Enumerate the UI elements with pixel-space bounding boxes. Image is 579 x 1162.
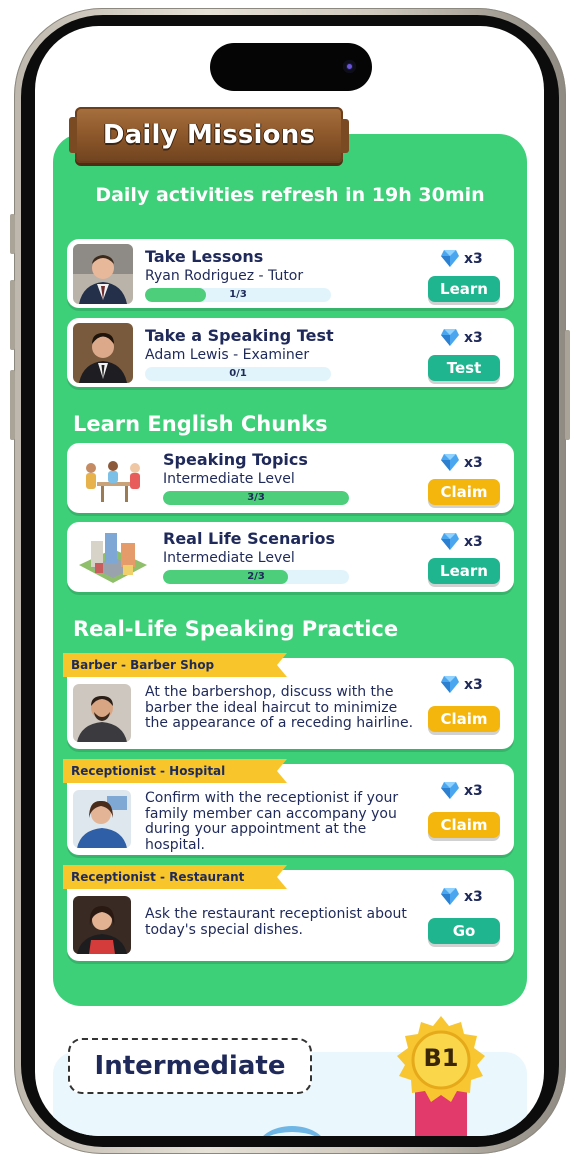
chunk-card-speaking-topics[interactable]: Speaking Topics Intermediate Level 3/3 x… — [67, 443, 514, 513]
reward: x3 — [440, 886, 484, 908]
claim-button[interactable]: Claim — [428, 479, 500, 505]
progress-text: 1/3 — [229, 289, 247, 300]
practice-description: Confirm with the receptionist if your fa… — [145, 790, 399, 853]
medal-icon — [397, 1016, 485, 1136]
chunk-progress-bar: 2/3 — [163, 570, 349, 584]
learn-button[interactable]: Learn — [428, 276, 500, 302]
power-button — [565, 330, 570, 440]
scenario-tag: Barber - Barber Shop — [63, 653, 287, 677]
progress-text: 0/1 — [229, 368, 247, 379]
mission-subtitle: Ryan Rodriguez - Tutor — [145, 268, 304, 284]
gem-icon — [441, 454, 459, 471]
test-button[interactable]: Test — [428, 355, 500, 381]
mission-subtitle: Adam Lewis - Examiner — [145, 347, 310, 363]
people-talking-illustration — [77, 448, 149, 508]
mission-progress-bar: 1/3 — [145, 288, 331, 302]
practice-description: At the barbershop, discuss with the barb… — [145, 684, 414, 731]
scenario-tag: Receptionist - Restaurant — [63, 865, 287, 889]
reward: x3 — [440, 780, 484, 802]
reward-count: x3 — [464, 455, 483, 471]
title-plank: Daily Missions — [69, 107, 349, 163]
volume-down-button — [10, 370, 15, 440]
practice-description: Ask the restaurant receptionist about to… — [145, 906, 407, 938]
reward: x3 — [440, 452, 484, 474]
volume-up-button — [10, 280, 15, 350]
learn-button[interactable]: Learn — [428, 558, 500, 584]
barber-avatar — [73, 684, 131, 742]
gem-icon — [441, 676, 459, 693]
gem-icon — [441, 782, 459, 799]
section-title-chunks: Learn English Chunks — [73, 412, 328, 436]
reward: x3 — [440, 674, 484, 696]
reward: x3 — [440, 327, 484, 349]
gem-icon — [441, 250, 459, 267]
mission-card-speaking-test[interactable]: Take a Speaking Test Adam Lewis - Examin… — [67, 318, 514, 387]
chunk-title: Speaking Topics — [163, 450, 308, 469]
hospital-receptionist-avatar — [73, 790, 131, 848]
gem-icon — [441, 888, 459, 905]
mission-title: Take Lessons — [145, 247, 264, 266]
app-screen: Daily Missions Daily activities refresh … — [35, 26, 544, 1136]
mission-progress-bar: 0/1 — [145, 367, 331, 381]
reward-count: x3 — [464, 677, 483, 693]
level-label: Intermediate — [68, 1038, 312, 1094]
refresh-timer: Daily activities refresh in 19h 30min — [95, 184, 485, 206]
page-title: Daily Missions — [102, 120, 316, 150]
mission-card-take-lessons[interactable]: Take Lessons Ryan Rodriguez - Tutor 1/3 … — [67, 239, 514, 308]
section-title-practice: Real-Life Speaking Practice — [73, 617, 399, 641]
reward-count: x3 — [464, 251, 483, 267]
reward-count: x3 — [464, 330, 483, 346]
chunk-progress-bar: 3/3 — [163, 491, 349, 505]
mission-title: Take a Speaking Test — [145, 326, 334, 345]
chunk-card-real-life-scenarios[interactable]: Real Life Scenarios Intermediate Level 2… — [67, 522, 514, 592]
reward-count: x3 — [464, 889, 483, 905]
progress-text: 2/3 — [247, 571, 265, 582]
scenario-tag: Receptionist - Hospital — [63, 759, 287, 783]
level-badge-text: B1 — [423, 1044, 459, 1072]
city-blocks-illustration — [77, 527, 149, 587]
chunk-subtitle: Intermediate Level — [163, 550, 295, 566]
dynamic-island — [210, 43, 372, 91]
progress-text: 3/3 — [247, 492, 265, 503]
go-button[interactable]: Go — [428, 918, 500, 944]
restaurant-receptionist-avatar — [73, 896, 131, 954]
action-button — [10, 214, 15, 254]
camera-icon — [343, 60, 356, 73]
reward: x3 — [440, 531, 484, 553]
reward-count: x3 — [464, 783, 483, 799]
reward-count: x3 — [464, 534, 483, 550]
gem-icon — [441, 533, 459, 550]
chunk-subtitle: Intermediate Level — [163, 471, 295, 487]
claim-button[interactable]: Claim — [428, 812, 500, 838]
tutor-avatar — [73, 244, 133, 304]
claim-button[interactable]: Claim — [428, 706, 500, 732]
examiner-avatar — [73, 323, 133, 383]
chunk-title: Real Life Scenarios — [163, 529, 336, 548]
reward: x3 — [440, 248, 484, 270]
gem-icon — [441, 329, 459, 346]
